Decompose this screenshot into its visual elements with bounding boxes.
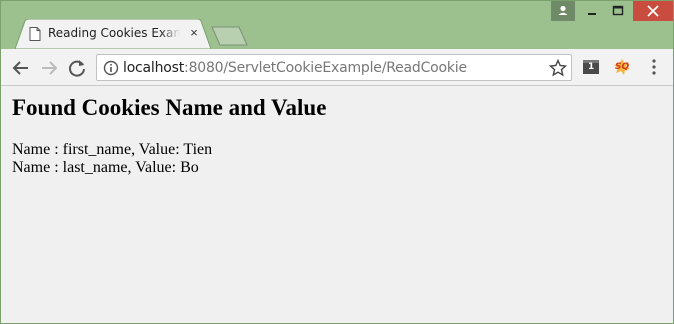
bookmark-star-icon[interactable] [549, 59, 567, 77]
browser-toolbar: localhost:8080/ServletCookieExample/Read… [1, 49, 673, 86]
close-window-button[interactable] [633, 1, 673, 21]
url-text[interactable]: localhost:8080/ServletCookieExample/Read… [123, 60, 467, 76]
tab-close-icon[interactable]: × [187, 26, 201, 40]
extension-two-label: SQ [615, 62, 630, 72]
browser-window: Reading Cookies Example × [0, 0, 674, 324]
new-tab-button[interactable] [211, 26, 249, 46]
user-profile-button[interactable] [551, 1, 575, 21]
tab-strip: Reading Cookies Example × [1, 1, 674, 49]
minimize-icon [588, 13, 596, 15]
tab-active[interactable]: Reading Cookies Example × [15, 19, 211, 49]
url-host: localhost [123, 60, 185, 76]
close-icon [647, 5, 659, 17]
page-icon [29, 27, 41, 41]
info-icon[interactable] [103, 60, 119, 76]
extension-one-button[interactable]: 1 [582, 58, 600, 76]
url-path: :8080/ServletCookieExample/ReadCookie [184, 60, 467, 76]
reload-icon[interactable] [66, 57, 88, 79]
page-heading: Found Cookies Name and Value [12, 95, 327, 120]
cookie-line: Name : last_name, Value: Bo [12, 159, 199, 176]
maximize-button[interactable] [605, 1, 631, 21]
extension-two-button[interactable]: SQ [613, 58, 631, 76]
tab-title: Reading Cookies Example [48, 26, 180, 40]
back-arrow-icon[interactable] [10, 57, 32, 79]
menu-icon[interactable] [646, 58, 662, 76]
user-icon [558, 5, 568, 15]
page-content: Found Cookies Name and Value Name : firs… [1, 86, 673, 323]
cookie-line: Name : first_name, Value: Tien [12, 141, 213, 158]
extension-one-badge: 1 [588, 62, 595, 72]
address-bar[interactable]: localhost:8080/ServletCookieExample/Read… [96, 54, 572, 81]
maximize-icon [612, 5, 624, 16]
minimize-button[interactable] [579, 1, 605, 21]
forward-arrow-icon[interactable] [38, 57, 60, 79]
